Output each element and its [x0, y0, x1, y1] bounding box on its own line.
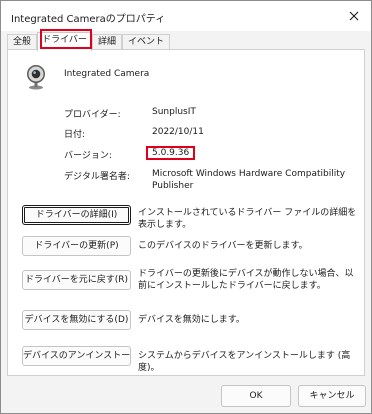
driver-details-button-label: ドライバーの詳細(I): [35, 210, 118, 220]
tab-driver-label: ドライバー: [42, 35, 87, 45]
tab-details[interactable]: 詳細: [92, 34, 122, 50]
signer-label: デジタル署名者:: [64, 172, 130, 182]
cancel-button-label: キャンセル: [309, 391, 355, 401]
window-title: Integrated Cameraのプロパティ: [11, 14, 166, 25]
tab-events-label: イベント: [127, 37, 164, 47]
tab-driver[interactable]: ドライバー: [37, 32, 92, 51]
disable-device-button[interactable]: デバイスを無効にする(D): [22, 310, 131, 330]
tab-details-label: 詳細: [97, 37, 116, 47]
date-label: 日付:: [64, 130, 86, 140]
device-name: Integrated Camera: [64, 69, 150, 79]
tab-events[interactable]: イベント: [122, 34, 170, 50]
rollback-driver-button[interactable]: ドライバーを元に戻す(R): [22, 270, 131, 290]
cancel-button[interactable]: キャンセル: [298, 385, 366, 407]
close-button[interactable]: [345, 7, 363, 25]
tab-general[interactable]: 全般: [7, 34, 37, 50]
signer-value-line2: Publisher: [152, 181, 194, 191]
rollback-driver-button-label: ドライバーを元に戻す(R): [24, 275, 129, 285]
driver-details-desc: インストールされているドライバー ファイルの詳細を表示します。: [138, 208, 357, 230]
provider-value: SunplusIT: [152, 107, 196, 117]
disable-device-desc: デバイスを無効にします。: [138, 315, 245, 325]
date-value: 2022/10/11: [152, 127, 204, 137]
uninstall-device-desc: システムからデバイスをアンインストールします (高度)。: [138, 351, 351, 373]
update-driver-button[interactable]: ドライバーの更新(P): [22, 236, 131, 256]
properties-dialog: Integrated Cameraのプロパティ 全般 ドライバー 詳細 イベント: [0, 0, 372, 414]
provider-label: プロバイダー:: [64, 110, 121, 120]
driver-details-button[interactable]: ドライバーの詳細(I): [22, 205, 131, 225]
version-highlight: [146, 146, 195, 160]
rollback-driver-desc: ドライバーの更新後にデバイスが動作しない場合、以前にインストールしたドライバーに…: [138, 269, 354, 291]
update-driver-desc: このデバイスのドライバーを更新します。: [138, 241, 308, 251]
tab-general-label: 全般: [12, 37, 31, 47]
disable-device-button-label: デバイスを無効にする(D): [24, 315, 129, 325]
title-bar: Integrated Cameraのプロパティ: [1, 1, 371, 31]
signer-value-line1: Microsoft Windows Hardware Compatibility: [152, 169, 346, 179]
webcam-icon: [27, 65, 45, 90]
ok-button-label: OK: [249, 391, 263, 401]
uninstall-device-button-label: デバイスのアンインストール(U): [23, 351, 131, 361]
update-driver-button-label: ドライバーの更新(P): [34, 241, 119, 251]
ok-button[interactable]: OK: [221, 385, 291, 407]
version-label: バージョン:: [64, 151, 112, 161]
uninstall-device-button[interactable]: デバイスのアンインストール(U): [22, 346, 131, 366]
close-icon: [349, 11, 359, 21]
driver-tab-panel: Integrated Camera プロバイダー: SunplusIT 日付: …: [7, 49, 365, 376]
